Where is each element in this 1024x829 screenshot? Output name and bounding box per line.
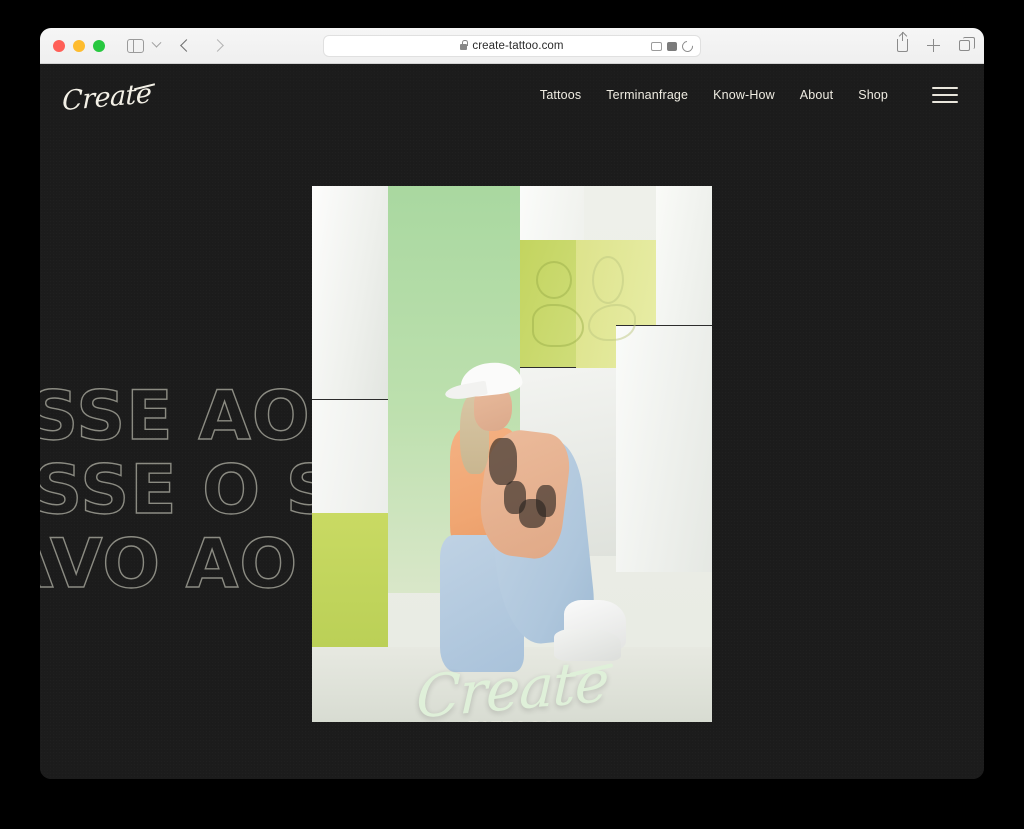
translate-icon[interactable] (667, 41, 677, 51)
address-bar[interactable]: create-tattoo.com (323, 35, 701, 57)
toolbar-right-controls (897, 32, 975, 52)
address-bar-actions (651, 38, 696, 54)
browser-toolbar: create-tattoo.com (40, 28, 984, 64)
nav-item-know-how[interactable]: Know-How (713, 88, 775, 102)
window-controls[interactable] (53, 39, 105, 52)
nav-item-tattoos[interactable]: Tattoos (540, 88, 581, 102)
hero-image[interactable]: Create TATTOOS & ART (312, 186, 712, 722)
sidebar-icon[interactable] (127, 38, 144, 53)
nav-item-terminanfrage[interactable]: Terminanfrage (606, 88, 688, 102)
web-page-content: Create Tattoos Terminanfrage Know-How Ab… (40, 64, 984, 779)
nav-item-about[interactable]: About (800, 88, 833, 102)
maximize-window-button[interactable] (93, 39, 105, 52)
hamburger-menu-icon[interactable] (932, 87, 958, 103)
lock-icon (460, 40, 468, 50)
nav-item-shop[interactable]: Shop (858, 88, 888, 102)
back-arrow-icon[interactable] (180, 39, 193, 52)
share-icon[interactable] (897, 32, 908, 52)
site-logo[interactable]: Create (62, 77, 156, 117)
reader-view-icon[interactable] (651, 41, 662, 51)
chevron-down-icon[interactable] (151, 37, 162, 48)
reload-icon[interactable] (679, 38, 696, 54)
url-text: create-tattoo.com (472, 40, 564, 52)
person-figure (400, 359, 648, 722)
forward-arrow-icon[interactable] (211, 39, 224, 52)
hero-photo-artwork (312, 186, 712, 722)
site-header: Create Tattoos Terminanfrage Know-How Ab… (40, 64, 984, 126)
plus-icon[interactable] (927, 39, 940, 52)
close-window-button[interactable] (53, 39, 65, 52)
desktop-background: create-tattoo.com Create Tattoos Termina… (0, 0, 1024, 829)
minimize-window-button[interactable] (73, 39, 85, 52)
site-navigation: Tattoos Terminanfrage Know-How About Sho… (540, 87, 958, 103)
browser-window: create-tattoo.com Create Tattoos Termina… (40, 28, 984, 779)
toolbar-left-controls (105, 37, 224, 53)
tab-overview-icon[interactable] (959, 37, 975, 51)
